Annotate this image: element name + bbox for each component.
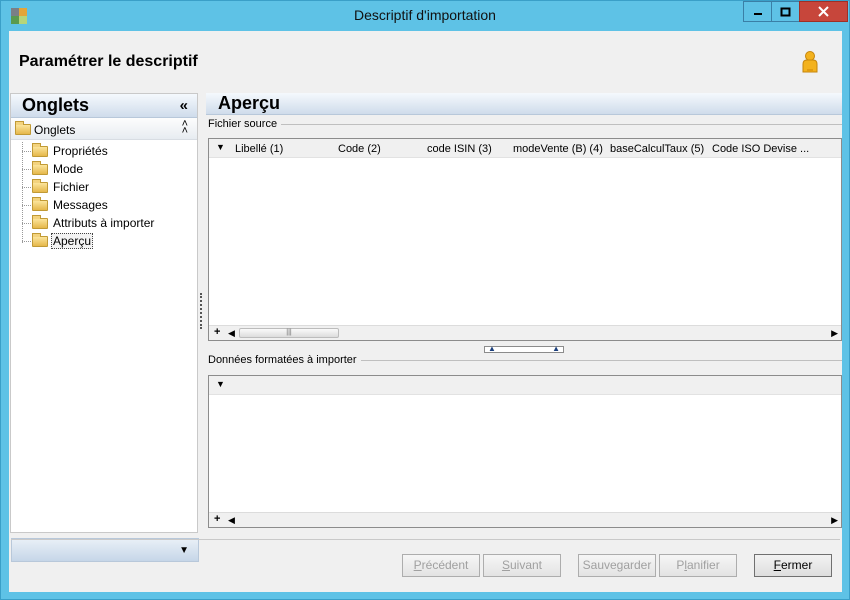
horizontal-scrollbar[interactable]: + ◀ ||| ▶ xyxy=(209,325,841,340)
tree-item-label: Attributs à importer xyxy=(53,216,155,230)
tree-item-attributs[interactable]: Attributs à importer xyxy=(11,214,197,232)
column-header[interactable]: Libellé (1) xyxy=(235,143,283,155)
tabs-pane-footer[interactable]: ▼ xyxy=(11,538,199,562)
footer-divider xyxy=(11,539,840,540)
pane-splitter[interactable] xyxy=(200,293,203,329)
tabs-group-header[interactable]: Onglets ˄ ˄ xyxy=(11,118,197,140)
scroll-thumb[interactable]: ||| xyxy=(239,328,339,338)
close-dialog-button[interactable]: Fermer xyxy=(754,554,832,577)
window: Descriptif d'importation Paramétrer le d… xyxy=(0,0,850,600)
source-grid[interactable]: ▼ Libellé (1) Code (2) code ISIN (3) mod… xyxy=(208,138,842,341)
tree-item-apercu[interactable]: Aperçu xyxy=(11,232,197,250)
arrow-up-icon: ▲ xyxy=(488,344,496,353)
add-icon[interactable]: + xyxy=(214,326,220,338)
tree-item-label: Mode xyxy=(53,162,84,176)
tabs-pane-title: Onglets xyxy=(22,95,90,115)
scroll-right-icon[interactable]: ▶ xyxy=(831,515,838,526)
dialog-body: Paramétrer le descriptif Onglets « Ongle… xyxy=(9,31,842,592)
folder-icon xyxy=(32,143,48,157)
tree-item-label: Aperçu xyxy=(51,233,94,249)
maximize-button[interactable] xyxy=(771,1,800,22)
page-title: Paramétrer le descriptif xyxy=(19,53,198,70)
close-button[interactable] xyxy=(799,1,848,22)
formatted-group-label: Données formatées à importer xyxy=(208,354,361,366)
tree-item-label: Propriétés xyxy=(53,144,108,158)
folder-open-icon xyxy=(32,233,48,247)
scroll-left-icon[interactable]: ◀ xyxy=(228,515,235,526)
horizontal-scrollbar[interactable]: + ◀ ▶ xyxy=(209,512,841,527)
save-button[interactable]: Sauvegarder xyxy=(578,554,656,577)
column-header[interactable]: code ISIN (3) xyxy=(427,143,492,155)
tabs-tree: Propriétés Mode Fichier Messages Attribu… xyxy=(11,142,197,250)
tabs-pane: Onglets « Onglets ˄ ˄ Propriétés Mode Fic… xyxy=(10,93,199,562)
scroll-left-icon[interactable]: ◀ xyxy=(228,328,235,339)
person-icon xyxy=(802,51,818,73)
collapse-group-icon[interactable]: ˄ ˄ xyxy=(182,119,188,137)
collapse-pane-icon[interactable]: « xyxy=(180,97,188,114)
tree-item-mode[interactable]: Mode xyxy=(11,160,197,178)
formatted-grid[interactable]: ▼ + ◀ ▶ xyxy=(208,375,842,528)
column-header[interactable]: baseCalculTaux (5) xyxy=(610,143,704,155)
maximize-icon xyxy=(780,7,791,16)
arrow-up-icon: ▲ xyxy=(552,344,560,353)
folder-icon xyxy=(32,179,48,193)
column-header[interactable]: modeVente (B) (4) xyxy=(513,143,603,155)
next-button[interactable]: Suivant xyxy=(483,554,561,577)
preview-title: Aperçu xyxy=(218,93,281,113)
column-chooser-icon[interactable]: ▼ xyxy=(216,379,225,389)
minimize-icon xyxy=(753,12,762,15)
source-group-label: Fichier source xyxy=(208,118,282,130)
window-title: Descriptif d'importation xyxy=(354,7,496,23)
chevron-down-icon: ▼ xyxy=(179,545,189,556)
tree-item-proprietes[interactable]: Propriétés xyxy=(11,142,197,160)
title-bar[interactable]: Descriptif d'importation xyxy=(1,1,849,31)
folder-icon xyxy=(32,215,48,229)
tree-item-label: Fichier xyxy=(53,180,90,194)
schedule-button[interactable]: Planifier xyxy=(659,554,737,577)
tree-item-label: Messages xyxy=(53,198,108,212)
minimize-button[interactable] xyxy=(743,1,772,22)
tabs-pane-header: Onglets « xyxy=(11,94,197,118)
scroll-right-icon[interactable]: ▶ xyxy=(831,328,838,339)
formatted-grid-header: ▼ xyxy=(209,376,841,395)
previous-button[interactable]: Précédent xyxy=(402,554,480,577)
column-chooser-icon[interactable]: ▼ xyxy=(216,142,225,152)
tabs-group-label: Onglets xyxy=(34,123,76,137)
folder-icon xyxy=(32,197,48,211)
source-grid-header: ▼ Libellé (1) Code (2) code ISIN (3) mod… xyxy=(209,139,841,158)
folder-icon xyxy=(15,121,31,135)
grid-splitter[interactable]: ▲ ▲ xyxy=(484,344,564,353)
column-header[interactable]: Code ISO Devise ... xyxy=(712,143,809,155)
folder-icon xyxy=(32,161,48,175)
add-icon[interactable]: + xyxy=(214,513,220,525)
tree-item-fichier[interactable]: Fichier xyxy=(11,178,197,196)
column-header[interactable]: Code (2) xyxy=(338,143,381,155)
close-icon xyxy=(818,6,829,17)
preview-header: Aperçu xyxy=(206,93,842,115)
tree-item-messages[interactable]: Messages xyxy=(11,196,197,214)
